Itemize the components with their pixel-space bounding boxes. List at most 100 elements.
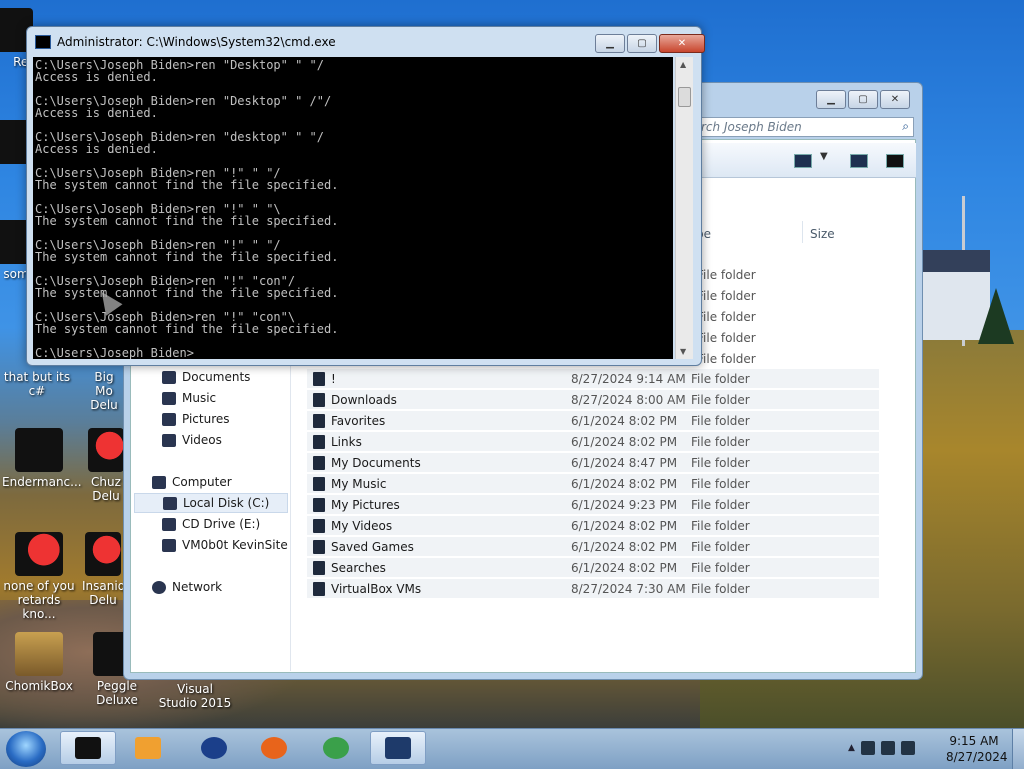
nav-item-music[interactable]: Music (162, 388, 216, 408)
table-row[interactable]: My Videos 6/1/2024 8:02 PM File folder (307, 516, 879, 536)
minimize-button[interactable]: ▁ (595, 34, 625, 53)
chomikbox-icon (15, 632, 63, 676)
network-icon (152, 580, 166, 594)
network-tray-icon[interactable] (880, 741, 895, 755)
search-icon[interactable]: ⌕ (902, 119, 909, 134)
desktop-icon-endermanc[interactable]: Endermanc... (2, 428, 82, 489)
table-row[interactable]: Links 6/1/2024 8:02 PM File folder (307, 432, 879, 452)
nav-item-computer[interactable]: Computer (152, 472, 232, 492)
computer-icon (152, 475, 166, 489)
desktop-icon-label: Peggle Deluxe (96, 679, 138, 707)
scroll-down-icon[interactable]: ▼ (680, 347, 686, 356)
console-line: The system cannot find the file specifie… (35, 250, 339, 264)
globe-icon (201, 737, 227, 759)
cmd-titlebar[interactable]: Administrator: C:\Windows\System32\cmd.e… (35, 35, 336, 49)
taskbar-app-globe[interactable] (186, 731, 242, 765)
console-output[interactable]: C:\Users\Joseph Biden>ren "Desktop" " "/… (33, 57, 673, 359)
table-row[interactable]: ! 8/27/2024 9:14 AM File folder (307, 369, 879, 389)
clock[interactable]: 9:15 AM 8/27/2024 (946, 733, 1008, 765)
cmd-window[interactable]: Administrator: C:\Windows\System32\cmd.e… (26, 26, 705, 366)
show-hidden-icons-icon[interactable]: ▲ (848, 743, 855, 753)
file-name: Favorites (331, 413, 386, 428)
file-type: File folder (691, 392, 750, 407)
table-row[interactable]: My Music 6/1/2024 8:02 PM File folder (307, 474, 879, 494)
file-date: 6/1/2024 8:02 PM (571, 560, 678, 575)
explorer-window-controls: ▁ ▢ ✕ (816, 90, 910, 109)
table-row[interactable]: My Pictures 6/1/2024 9:23 PM File folder (307, 495, 879, 515)
table-row[interactable]: Favorites 6/1/2024 8:02 PM File folder (307, 411, 879, 431)
column-header-size[interactable]: Size (810, 227, 835, 241)
pictures-icon (162, 412, 176, 426)
table-row[interactable]: VirtualBox VMs 8/27/2024 7:30 AM File fold… (307, 579, 879, 599)
nav-item-pictures[interactable]: Pictures (162, 409, 230, 429)
nav-item-local-disk[interactable]: Local Disk (C:) (134, 493, 288, 513)
cmd-window-controls: ▁ ▢ ✕ (595, 34, 705, 53)
clock-time: 9:15 AM (949, 734, 999, 748)
show-desktop-button[interactable] (1012, 729, 1024, 769)
music-icon (162, 391, 176, 405)
scrollbar[interactable]: ▲ ▼ (675, 57, 693, 359)
maximize-button[interactable]: ▢ (627, 34, 657, 53)
maximize-button[interactable]: ▢ (848, 90, 878, 109)
start-button[interactable] (6, 731, 46, 767)
file-name: My Documents (331, 455, 421, 470)
nav-item-network-drive[interactable]: VM0b0t KevinSite (162, 535, 288, 555)
desktop-icon-visual-studio[interactable]: Visual Studio 2015 (158, 682, 232, 710)
file-date: 6/1/2024 8:02 PM (571, 539, 678, 554)
table-row[interactable]: Saved Games 6/1/2024 8:02 PM File folder (307, 537, 879, 557)
nav-item-videos[interactable]: Videos (162, 430, 222, 450)
clock-date: 8/27/2024 (946, 750, 1008, 764)
scroll-up-icon[interactable]: ▲ (680, 60, 686, 69)
folder-icon (313, 581, 325, 596)
view-options-icon[interactable] (794, 154, 812, 168)
file-name: VirtualBox VMs (331, 581, 422, 596)
close-button[interactable]: ✕ (659, 34, 705, 53)
nav-item-label: VM0b0t KevinSite (182, 538, 288, 552)
taskbar-app-firefox[interactable] (246, 731, 302, 765)
taskbar: ▲ 9:15 AM 8/27/2024 (0, 728, 1024, 769)
folder-icon (313, 434, 325, 449)
nav-item-network[interactable]: Network (152, 577, 222, 597)
search-input[interactable]: rch Joseph Biden ⌕ (694, 117, 914, 137)
minimize-button[interactable]: ▁ (816, 90, 846, 109)
nav-item-cd-drive[interactable]: CD Drive (E:) (162, 514, 260, 534)
desktop-icon-none-of-you[interactable]: none of you retards kno... (2, 532, 76, 621)
desktop-icon-insaniq[interactable]: Insaniq Delu (82, 532, 124, 607)
table-row[interactable]: My Documents 6/1/2024 8:47 PM File folder (307, 453, 879, 473)
cmd-title: Administrator: C:\Windows\System32\cmd.e… (57, 35, 336, 49)
volume-icon[interactable] (900, 741, 915, 755)
desktop-icon-label: Insaniq Delu (82, 579, 124, 607)
taskbar-app-explorer[interactable] (370, 731, 426, 765)
tray-app-icon[interactable] (860, 741, 875, 755)
chevron-down-icon[interactable]: ▼ (820, 151, 828, 162)
desktop-icon-chomikbox[interactable]: ChomikBox (2, 632, 76, 693)
taskbar-app-download-manager[interactable] (308, 731, 364, 765)
console-line: Access is denied. (35, 142, 158, 156)
download-manager-icon (323, 737, 349, 759)
desktop-icon-csharp[interactable]: that but its c# (0, 370, 74, 398)
videos-icon (162, 433, 176, 447)
desktop-icon-bigmo[interactable]: Big Mo Delu (84, 370, 124, 412)
table-row[interactable]: Downloads 8/27/2024 8:00 AM File folder (307, 390, 879, 410)
nav-item-label: Network (172, 580, 223, 594)
desktop-icon-chuz[interactable]: Chuz Delu (88, 428, 124, 503)
file-name: My Videos (331, 518, 393, 533)
preview-pane-icon[interactable] (850, 154, 868, 168)
nav-item-label: Videos (182, 433, 222, 447)
documents-icon (162, 370, 176, 384)
file-date: 8/27/2024 9:14 AM (571, 371, 686, 386)
desktop: Rec F som re that but its c# Big Mo Delu… (0, 0, 1024, 728)
help-icon[interactable] (886, 154, 904, 168)
folder-icon (313, 476, 325, 491)
file-name: My Pictures (331, 497, 400, 512)
file-name: My Music (331, 476, 387, 491)
file-date: 6/1/2024 8:02 PM (571, 518, 678, 533)
navigation-pane: Documents Music Pictures Videos Computer… (130, 361, 291, 671)
scrollbar-thumb[interactable] (678, 87, 691, 107)
taskbar-app-media[interactable] (120, 731, 176, 765)
file-date: 6/1/2024 8:02 PM (571, 413, 678, 428)
close-button[interactable]: ✕ (880, 90, 910, 109)
nav-item-documents[interactable]: Documents (162, 367, 250, 387)
table-row[interactable]: Searches 6/1/2024 8:02 PM File folder (307, 558, 879, 578)
taskbar-app-cmd[interactable] (60, 731, 116, 765)
